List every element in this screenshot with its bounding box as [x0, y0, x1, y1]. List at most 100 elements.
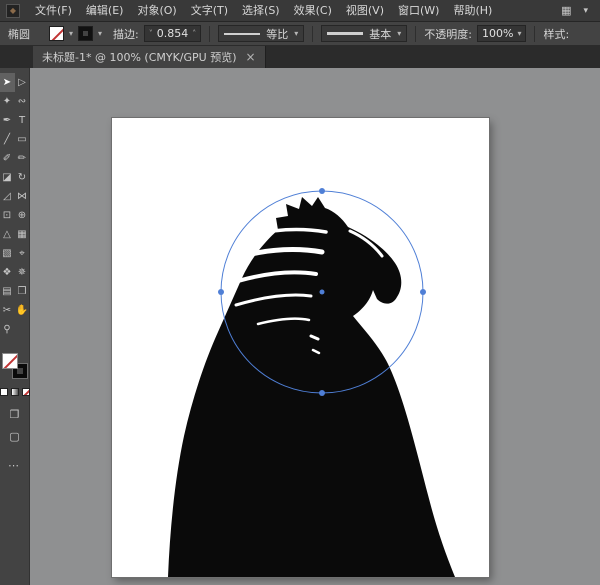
mode-icons: ❐ ▢ [9, 408, 19, 443]
tool-icon: ✋ [16, 305, 28, 316]
tool-icon: ❖ [3, 267, 12, 278]
color-button[interactable] [0, 388, 8, 396]
menu-item[interactable]: 文字(T) [184, 0, 235, 22]
lasso-tool[interactable]: ∾ [15, 92, 30, 111]
menu-item[interactable]: 编辑(E) [79, 0, 131, 22]
artboard[interactable] [112, 118, 489, 577]
fill-color-swatch[interactable] [49, 26, 64, 41]
pen-tool[interactable]: ✒ [0, 111, 15, 130]
hand-tool[interactable]: ✋ [15, 301, 30, 320]
tool-icon: ▤ [2, 286, 11, 297]
fill-swatch[interactable] [2, 353, 18, 369]
tool-icon: ⌖ [19, 248, 25, 259]
tab-close-icon[interactable]: × [246, 51, 256, 63]
document-tab[interactable]: 未标题-1* @ 100% (CMYK/GPU 预览) × [33, 46, 266, 68]
brush-line-sample [327, 32, 363, 35]
stroke-spinner-up-icon[interactable]: ˄ [192, 29, 196, 38]
none-button[interactable] [22, 388, 30, 396]
anchor-point-top[interactable] [319, 188, 325, 194]
pencil-tool[interactable]: ✏ [15, 149, 30, 168]
stroke-weight-value[interactable]: 0.854 [157, 27, 189, 40]
anchor-point-left[interactable] [218, 289, 224, 295]
slice-tool[interactable]: ✂ [0, 301, 15, 320]
gradient-tool[interactable]: ▧ [0, 244, 15, 263]
gradient-button[interactable] [11, 388, 19, 396]
line-tool[interactable]: ╱ [0, 130, 15, 149]
rotate-tool[interactable]: ↻ [15, 168, 30, 187]
menu-item[interactable]: 视图(V) [339, 0, 391, 22]
document-tab-title: 未标题-1* @ 100% (CMYK/GPU 预览) [42, 49, 237, 65]
stroke-color-swatch[interactable] [78, 26, 93, 41]
mesh-tool[interactable]: ▦ [15, 225, 30, 244]
opacity-field[interactable]: 100% ▾ [477, 25, 526, 42]
zoom-tool[interactable]: ⚲ [0, 320, 15, 339]
stroke-weight-label: 描边: [113, 26, 139, 42]
profile-caret-icon: ▾ [294, 29, 298, 38]
stroke-weight-field[interactable]: ˅ 0.854 ˄ [144, 25, 202, 42]
menu-item[interactable]: 对象(O) [130, 0, 183, 22]
brush-definition-value: 基本 [369, 26, 391, 42]
anchor-point-right[interactable] [420, 289, 426, 295]
menu-item[interactable]: 帮助(H) [446, 0, 499, 22]
tool-icon: ⋈ [17, 191, 27, 202]
type-tool[interactable]: T [15, 111, 30, 130]
app-icon: ◆ [6, 4, 20, 18]
opacity-label: 不透明度: [424, 26, 472, 42]
tool-icon: ◪ [2, 172, 11, 183]
eyedropper-tool[interactable]: ⌖ [15, 244, 30, 263]
free-transform-tool[interactable]: ⊡ [0, 206, 15, 225]
canvas-area[interactable] [30, 68, 600, 585]
paintbrush-tool[interactable]: ✐ [0, 149, 15, 168]
tool-icon: ✵ [18, 267, 26, 278]
direct-selection-tool[interactable]: ▷ [15, 73, 30, 92]
selection-tool[interactable]: ➤ [0, 73, 15, 92]
opacity-value[interactable]: 100% [482, 27, 513, 40]
tool-icon: ▭ [17, 134, 26, 145]
tool-icon: ❒ [18, 286, 27, 297]
rectangle-tool[interactable]: ▭ [15, 130, 30, 149]
tool-icon: ✏ [18, 153, 26, 164]
scale-tool[interactable]: ◿ [0, 187, 15, 206]
menu-items: 文件(F)编辑(E)对象(O)文字(T)选择(S)效果(C)视图(V)窗口(W)… [28, 0, 499, 22]
width-tool[interactable]: ⋈ [15, 187, 30, 206]
artboard-tool[interactable]: ❒ [15, 282, 30, 301]
tool-icon: ⚲ [3, 324, 10, 335]
magic-wand-tool[interactable]: ✦ [0, 92, 15, 111]
edit-toolbar-button[interactable]: ⋯ [0, 459, 19, 472]
menubar-right: ▦ ▾ [561, 4, 588, 17]
menu-item[interactable]: 文件(F) [28, 0, 79, 22]
fill-caret-icon[interactable]: ▾ [69, 29, 73, 38]
workspace-switcher-icon[interactable]: ▦ [561, 4, 571, 17]
stroke-spinner-down-icon[interactable]: ˅ [149, 29, 153, 38]
tool-options-bar: 椭圆 ▾ ▾ 描边: ˅ 0.854 ˄ 等比 ▾ 基本 ▾ 不透明度: 100… [0, 22, 600, 46]
tools-panel: ➤▷✦∾✒ T ╱▭✐✏ ◪ ↻◿⋈⊡⊕ △ ▦ ▧ ⌖ ❖ ✵ ▤ ❒ ✂ ✋ ⚲ ❐ ▢ ⋯ [0, 68, 30, 585]
center-point[interactable] [320, 290, 325, 295]
width-profile-dropdown[interactable]: 等比 ▾ [218, 25, 304, 42]
tool-icon: ✂ [3, 305, 11, 316]
eraser-tool[interactable]: ◪ [0, 168, 15, 187]
active-tool-label: 椭圆 [8, 26, 30, 42]
opacity-caret-icon[interactable]: ▾ [517, 29, 521, 38]
width-profile-value: 等比 [266, 26, 288, 42]
tool-icon: T [19, 115, 25, 126]
stroke-caret-icon[interactable]: ▾ [98, 29, 102, 38]
separator [312, 26, 313, 42]
tool-icon: ▧ [2, 248, 11, 259]
screen-mode-icon[interactable]: ▢ [9, 430, 19, 443]
shape-builder-tool[interactable]: ⊕ [15, 206, 30, 225]
menu-item[interactable]: 窗口(W) [391, 0, 446, 22]
style-label: 样式: [543, 26, 569, 42]
chevron-down-icon[interactable]: ▾ [583, 6, 588, 16]
menu-bar: ◆ 文件(F)编辑(E)对象(O)文字(T)选择(S)效果(C)视图(V)窗口(… [0, 0, 600, 22]
draw-mode-icon[interactable]: ❐ [10, 408, 20, 421]
menu-item[interactable]: 选择(S) [235, 0, 287, 22]
menu-item[interactable]: 效果(C) [287, 0, 339, 22]
perspective-grid-tool[interactable]: △ [0, 225, 15, 244]
graph-tool[interactable]: ▤ [0, 282, 15, 301]
tool-icon: ∾ [18, 96, 26, 107]
tool-icon: △ [3, 229, 11, 240]
symbol-sprayer-tool[interactable]: ✵ [15, 263, 30, 282]
blend-tool[interactable]: ❖ [0, 263, 15, 282]
brush-definition-dropdown[interactable]: 基本 ▾ [321, 25, 407, 42]
anchor-point-bottom[interactable] [319, 390, 325, 396]
